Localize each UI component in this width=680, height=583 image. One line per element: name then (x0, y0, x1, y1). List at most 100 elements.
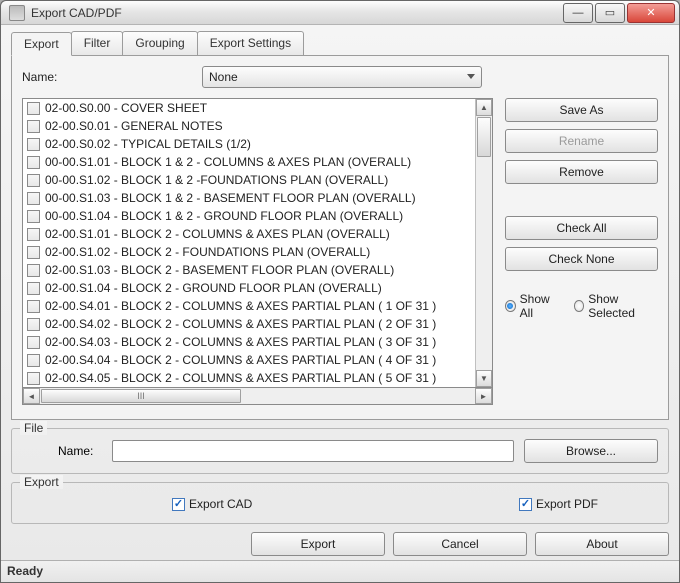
tab-grouping[interactable]: Grouping (122, 31, 197, 55)
name-combobox-value: None (209, 70, 238, 84)
list-item-label: 02-00.S4.02 - BLOCK 2 - COLUMNS & AXES P… (45, 317, 436, 331)
checkbox-icon[interactable] (27, 318, 40, 331)
check-all-button[interactable]: Check All (505, 216, 658, 240)
status-bar: Ready (1, 560, 679, 582)
list-item[interactable]: 02-00.S0.01 - GENERAL NOTES (23, 117, 475, 135)
export-cad-label: Export CAD (189, 497, 252, 511)
list-item-label: 02-00.S1.04 - BLOCK 2 - GROUND FLOOR PLA… (45, 281, 382, 295)
checkbox-icon[interactable] (27, 174, 40, 187)
client-area: Export Filter Grouping Export Settings N… (1, 25, 679, 560)
checkbox-icon[interactable] (27, 210, 40, 223)
side-button-panel: Save As Rename Remove Check All Check No… (493, 98, 658, 405)
tab-export[interactable]: Export (11, 32, 72, 56)
checkbox-icon[interactable] (27, 156, 40, 169)
show-selected-radio[interactable]: Show Selected (574, 292, 658, 320)
list-item[interactable]: 02-00.S4.02 - BLOCK 2 - COLUMNS & AXES P… (23, 315, 475, 333)
list-item[interactable]: 00-00.S1.04 - BLOCK 1 & 2 - GROUND FLOOR… (23, 207, 475, 225)
list-item[interactable]: 02-00.S1.02 - BLOCK 2 - FOUNDATIONS PLAN… (23, 243, 475, 261)
radio-icon (505, 300, 516, 312)
remove-button[interactable]: Remove (505, 160, 658, 184)
list-item[interactable]: 02-00.S4.03 - BLOCK 2 - COLUMNS & AXES P… (23, 333, 475, 351)
checkbox-icon[interactable] (27, 372, 40, 385)
checkbox-icon: ✓ (172, 498, 185, 511)
name-combobox[interactable]: None (202, 66, 482, 88)
checkbox-icon[interactable] (27, 138, 40, 151)
tab-strip: Export Filter Grouping Export Settings (11, 31, 669, 55)
checkbox-icon[interactable] (27, 264, 40, 277)
window: Export CAD/PDF — ▭ ✕ Export Filter Group… (0, 0, 680, 583)
export-pdf-checkbox[interactable]: ✓ Export PDF (519, 497, 598, 511)
list-item[interactable]: 02-00.S1.04 - BLOCK 2 - GROUND FLOOR PLA… (23, 279, 475, 297)
close-button[interactable]: ✕ (627, 3, 675, 23)
save-as-button[interactable]: Save As (505, 98, 658, 122)
vertical-scrollbar[interactable]: ▲ ▼ (475, 99, 492, 387)
list-item[interactable]: 02-00.S0.02 - TYPICAL DETAILS (1/2) (23, 135, 475, 153)
show-selected-label: Show Selected (588, 292, 658, 320)
checkbox-icon[interactable] (27, 300, 40, 313)
rename-button[interactable]: Rename (505, 129, 658, 153)
show-all-label: Show All (520, 292, 560, 320)
list-item-label: 02-00.S4.05 - BLOCK 2 - COLUMNS & AXES P… (45, 371, 436, 385)
list-item[interactable]: 00-00.S1.02 - BLOCK 1 & 2 -FOUNDATIONS P… (23, 171, 475, 189)
horizontal-scrollbar[interactable]: ◄ III ► (22, 388, 493, 405)
chevron-down-icon (467, 74, 475, 79)
export-button[interactable]: Export (251, 532, 385, 556)
list-item-label: 02-00.S1.03 - BLOCK 2 - BASEMENT FLOOR P… (45, 263, 394, 277)
list-item[interactable]: 00-00.S1.03 - BLOCK 1 & 2 - BASEMENT FLO… (23, 189, 475, 207)
list-item[interactable]: 02-00.S1.01 - BLOCK 2 - COLUMNS & AXES P… (23, 225, 475, 243)
export-legend: Export (20, 475, 63, 489)
checkbox-icon[interactable] (27, 354, 40, 367)
checkbox-icon[interactable] (27, 282, 40, 295)
titlebar[interactable]: Export CAD/PDF — ▭ ✕ (1, 1, 679, 25)
list-item-label: 02-00.S1.01 - BLOCK 2 - COLUMNS & AXES P… (45, 227, 390, 241)
list-item-label: 00-00.S1.02 - BLOCK 1 & 2 -FOUNDATIONS P… (45, 173, 388, 187)
export-cad-checkbox[interactable]: ✓ Export CAD (172, 497, 252, 511)
checkbox-icon[interactable] (27, 192, 40, 205)
list-item-label: 00-00.S1.03 - BLOCK 1 & 2 - BASEMENT FLO… (45, 191, 416, 205)
file-name-input[interactable] (112, 440, 514, 462)
checkbox-icon[interactable] (27, 102, 40, 115)
list-item[interactable]: 02-00.S4.04 - BLOCK 2 - COLUMNS & AXES P… (23, 351, 475, 369)
maximize-button[interactable]: ▭ (595, 3, 625, 23)
check-none-button[interactable]: Check None (505, 247, 658, 271)
scroll-down-icon[interactable]: ▼ (476, 370, 492, 387)
list-item-label: 02-00.S0.02 - TYPICAL DETAILS (1/2) (45, 137, 251, 151)
export-pdf-label: Export PDF (536, 497, 598, 511)
name-label: Name: (22, 70, 202, 84)
tab-export-settings[interactable]: Export Settings (197, 31, 304, 55)
checkbox-icon[interactable] (27, 120, 40, 133)
checkbox-icon[interactable] (27, 228, 40, 241)
radio-icon (574, 300, 585, 312)
checkbox-icon: ✓ (519, 498, 532, 511)
tab-pane-export: Name: None 02-00.S0.00 - COVER SHEET02-0… (11, 55, 669, 420)
checkbox-icon[interactable] (27, 336, 40, 349)
tab-filter[interactable]: Filter (71, 31, 124, 55)
list-item[interactable]: 02-00.S1.03 - BLOCK 2 - BASEMENT FLOOR P… (23, 261, 475, 279)
list-item-label: 02-00.S0.00 - COVER SHEET (45, 101, 207, 115)
scroll-up-icon[interactable]: ▲ (476, 99, 492, 116)
list-item-label: 02-00.S4.01 - BLOCK 2 - COLUMNS & AXES P… (45, 299, 436, 313)
about-button[interactable]: About (535, 532, 669, 556)
minimize-button[interactable]: — (563, 3, 593, 23)
scroll-left-icon[interactable]: ◄ (23, 388, 40, 404)
list-item-label: 02-00.S0.01 - GENERAL NOTES (45, 119, 223, 133)
file-legend: File (20, 421, 47, 435)
horizontal-scroll-thumb[interactable]: III (41, 389, 241, 403)
list-item[interactable]: 02-00.S4.01 - BLOCK 2 - COLUMNS & AXES P… (23, 297, 475, 315)
cancel-button[interactable]: Cancel (393, 532, 527, 556)
show-all-radio[interactable]: Show All (505, 292, 560, 320)
list-item-label: 02-00.S1.02 - BLOCK 2 - FOUNDATIONS PLAN… (45, 245, 370, 259)
vertical-scroll-thumb[interactable] (477, 117, 491, 157)
list-item-label: 02-00.S4.03 - BLOCK 2 - COLUMNS & AXES P… (45, 335, 436, 349)
scroll-right-icon[interactable]: ► (475, 388, 492, 404)
list-item-label: 02-00.S4.04 - BLOCK 2 - COLUMNS & AXES P… (45, 353, 436, 367)
list-item[interactable]: 02-00.S4.05 - BLOCK 2 - COLUMNS & AXES P… (23, 369, 475, 387)
sheet-list[interactable]: 02-00.S0.00 - COVER SHEET 02-00.S0.01 - G… (22, 98, 493, 388)
list-item[interactable]: 00-00.S1.01 - BLOCK 1 & 2 - COLUMNS & AX… (23, 153, 475, 171)
list-item-label: 00-00.S1.01 - BLOCK 1 & 2 - COLUMNS & AX… (45, 155, 411, 169)
list-item[interactable]: 02-00.S0.00 - COVER SHEET (23, 99, 475, 117)
export-group: Export ✓ Export CAD ✓ Export PDF (11, 482, 669, 524)
browse-button[interactable]: Browse... (524, 439, 658, 463)
window-title: Export CAD/PDF (31, 6, 561, 20)
checkbox-icon[interactable] (27, 246, 40, 259)
